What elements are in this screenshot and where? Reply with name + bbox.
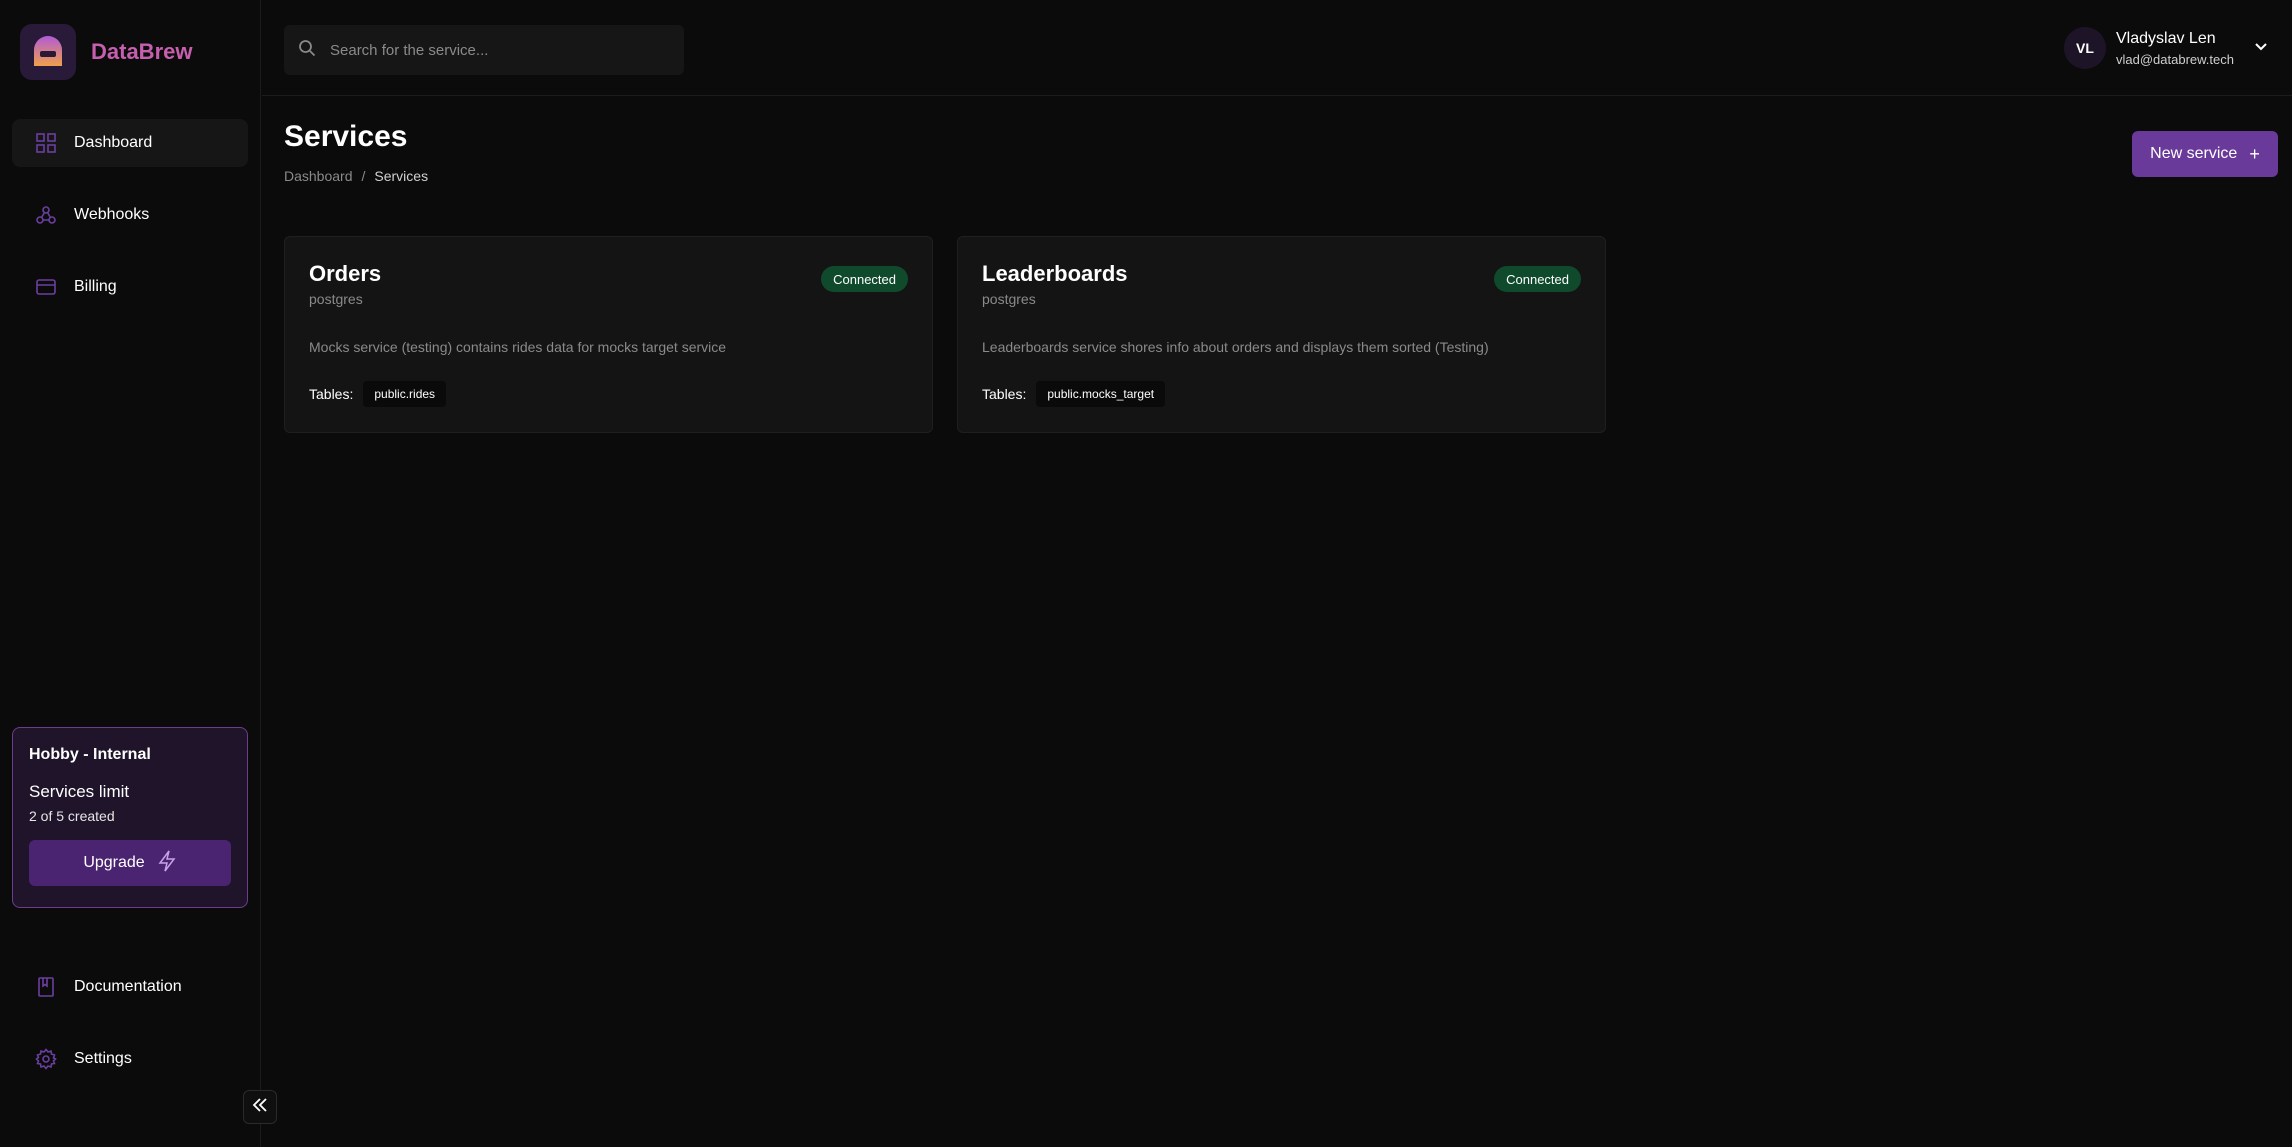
plus-icon: + bbox=[2249, 143, 2260, 164]
plan-name: Hobby - Internal bbox=[29, 746, 151, 763]
nav-item-dashboard[interactable]: Dashboard bbox=[12, 119, 248, 167]
nav-label: Webhooks bbox=[74, 206, 150, 223]
user-name: Vladyslav Len bbox=[2116, 29, 2216, 47]
nav-item-webhooks[interactable]: Webhooks bbox=[12, 191, 248, 239]
breadcrumb-link-dashboard[interactable]: Dashboard bbox=[284, 168, 353, 184]
nav-label: Documentation bbox=[74, 978, 182, 995]
logo-icon bbox=[20, 24, 76, 80]
webhook-icon bbox=[34, 203, 58, 227]
page-title: Services bbox=[284, 120, 408, 153]
search-box[interactable] bbox=[284, 25, 684, 75]
gear-icon bbox=[34, 1047, 58, 1071]
double-chevron-left-icon bbox=[251, 1096, 269, 1119]
service-card-orders[interactable]: Orders postgres Connected Mocks service … bbox=[284, 236, 933, 433]
collapse-sidebar-button[interactable] bbox=[243, 1090, 277, 1124]
plan-count: 2 of 5 created bbox=[29, 808, 115, 824]
nav-label: Billing bbox=[74, 278, 117, 295]
search-input[interactable] bbox=[330, 41, 650, 59]
user-menu[interactable]: VL Vladyslav Len vlad@databrew.tech bbox=[2064, 27, 2268, 69]
service-card-leaderboards[interactable]: Leaderboards postgres Connected Leaderbo… bbox=[957, 236, 1606, 433]
grid-icon bbox=[34, 131, 58, 155]
app-root: DataBrew Dashboard Webhooks Billing Hobb… bbox=[0, 0, 2292, 1147]
nav-item-settings[interactable]: Settings bbox=[12, 1035, 248, 1083]
brand[interactable]: DataBrew bbox=[20, 24, 192, 80]
avatar: VL bbox=[2064, 27, 2106, 69]
new-service-button[interactable]: New service + bbox=[2132, 131, 2278, 177]
nav-label: Dashboard bbox=[74, 134, 153, 151]
chevron-down-icon bbox=[2254, 39, 2268, 57]
service-name: Orders bbox=[309, 261, 382, 286]
table-tag: public.rides bbox=[363, 381, 447, 407]
book-icon bbox=[34, 975, 58, 999]
nav-item-billing[interactable]: Billing bbox=[12, 263, 248, 311]
search-icon bbox=[298, 39, 316, 62]
service-tables: Tables: public.mocks_target bbox=[982, 381, 1581, 407]
plan-card: Hobby - Internal Services limit 2 of 5 c… bbox=[12, 727, 248, 908]
nav-label: Settings bbox=[74, 1050, 132, 1067]
breadcrumb: Dashboard / Services bbox=[284, 168, 428, 184]
table-tag: public.mocks_target bbox=[1036, 381, 1166, 407]
breadcrumb-separator: / bbox=[361, 168, 366, 184]
main-nav: Dashboard Webhooks Billing bbox=[12, 119, 248, 335]
plan-limit-label: Services limit bbox=[29, 782, 130, 801]
nav-item-documentation[interactable]: Documentation bbox=[12, 963, 248, 1011]
new-service-label: New service bbox=[2150, 145, 2238, 162]
topbar: VL Vladyslav Len vlad@databrew.tech bbox=[262, 0, 2292, 96]
breadcrumb-current: Services bbox=[374, 168, 429, 184]
brand-name: DataBrew bbox=[91, 39, 193, 64]
status-badge: Connected bbox=[1494, 266, 1581, 292]
sidebar: DataBrew Dashboard Webhooks Billing Hobb… bbox=[0, 0, 277, 1147]
credit-card-icon bbox=[34, 275, 58, 299]
user-info: Vladyslav Len vlad@databrew.tech bbox=[2116, 30, 2234, 67]
service-description: Mocks service (testing) contains rides d… bbox=[309, 339, 727, 355]
upgrade-button[interactable]: Upgrade bbox=[29, 840, 231, 886]
service-description: Leaderboards service shores info about o… bbox=[982, 339, 1489, 355]
user-email: vlad@databrew.tech bbox=[2116, 51, 2234, 67]
service-tables: Tables: public.rides bbox=[309, 381, 908, 407]
tables-label: Tables: bbox=[309, 386, 354, 402]
service-type: postgres bbox=[982, 291, 1036, 307]
status-badge: Connected bbox=[821, 266, 908, 292]
tables-label: Tables: bbox=[982, 386, 1027, 402]
upgrade-label: Upgrade bbox=[83, 854, 145, 871]
service-type: postgres bbox=[309, 291, 363, 307]
bolt-icon bbox=[157, 850, 177, 877]
bottom-nav: Documentation Settings bbox=[12, 963, 248, 1107]
service-name: Leaderboards bbox=[982, 261, 1128, 286]
